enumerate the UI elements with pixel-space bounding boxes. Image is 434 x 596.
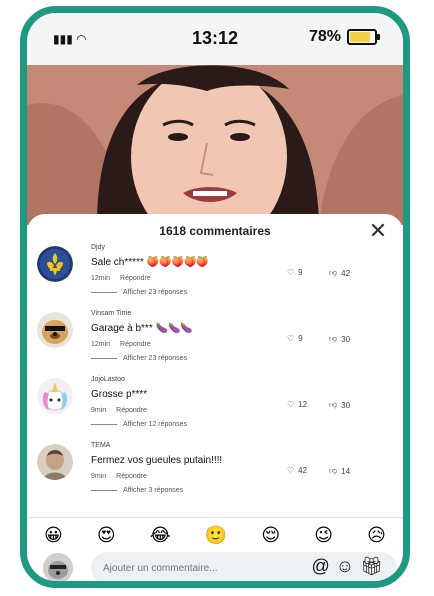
battery-tip (377, 34, 380, 40)
show-replies-button[interactable]: Afficher 23 réponses (91, 289, 187, 296)
battery-percent: 78% (308, 28, 341, 45)
photo-avatar (37, 444, 73, 480)
reply-button[interactable]: Répondre (116, 407, 147, 414)
comment-composer: @ ☺ 🎁︎ (27, 549, 403, 581)
emoji-sad-button[interactable]: 😥 (367, 525, 386, 546)
like-count: 9 (298, 334, 303, 343)
avatar[interactable] (37, 444, 73, 480)
dislike-button[interactable]: 👎︎ 42 (329, 268, 350, 278)
heart-icon: ♡ (287, 400, 295, 409)
comment-text: Fermez vos gueules putain!!!! (91, 455, 223, 466)
emoji-heart-eyes-button[interactable]: 😍 (97, 525, 116, 546)
show-replies-button[interactable]: Afficher 23 réponses (91, 355, 187, 362)
dog-avatar (37, 312, 73, 348)
heart-icon: ♡ (287, 268, 295, 277)
thumbs-down-icon: 👎︎ (329, 400, 338, 409)
thumbs-down-icon: 👎︎ (329, 466, 338, 475)
emoji-quick-bar: 😀 😍 😂 🙂 😌 😉 😥 (27, 517, 403, 552)
comment-item: TEMA Fermez vos gueules putain!!!! 9min … (37, 440, 393, 506)
gift-icon[interactable]: 🎁︎ (360, 556, 383, 577)
dislike-count: 14 (341, 466, 351, 476)
show-replies-button[interactable]: Afficher 12 réponses (91, 421, 187, 428)
reply-button[interactable]: Répondre (116, 473, 147, 480)
emoji-grin-button[interactable]: 😀 (44, 525, 63, 546)
comment-time: 12min (91, 275, 111, 282)
unicorn-avatar (37, 378, 73, 414)
avatar[interactable] (37, 246, 73, 282)
reply-button[interactable]: Répondre (120, 341, 151, 348)
current-user-avatar[interactable] (43, 553, 73, 581)
status-bar: ▮▮▮ ◠ 13:12 78% (27, 13, 403, 65)
comment-meta: 12min Répondre (91, 341, 151, 348)
replies-divider (91, 358, 117, 359)
comment-username[interactable]: TEMA (91, 442, 110, 449)
show-replies-label: Afficher 12 réponses (123, 421, 188, 428)
battery-icon (347, 29, 380, 45)
like-button[interactable]: ♡ 12 (287, 400, 307, 409)
battery-status: 78% (308, 28, 380, 46)
dislike-button[interactable]: 👎︎ 30 (329, 334, 350, 344)
heart-icon: ♡ (287, 466, 295, 475)
like-count: 9 (298, 268, 303, 277)
comments-sheet: 1618 commentaires ✕ Djdy Sale ch***** 🍑🍑… (27, 214, 403, 581)
comment-meta: 12min Répondre (91, 275, 151, 282)
comment-username[interactable]: JojoLastoo (91, 376, 125, 383)
like-button[interactable]: ♡ 9 (287, 334, 303, 343)
comment-meta: 9min Répondre (91, 407, 147, 414)
battery-fill (350, 32, 371, 42)
comment-item: JojoLastoo Grosse p**** 9min Répondre Af… (37, 374, 393, 440)
video-frame[interactable] (27, 65, 403, 225)
emoji-relieved-button[interactable]: 😌 (261, 525, 280, 546)
like-button[interactable]: ♡ 42 (287, 466, 307, 475)
like-button[interactable]: ♡ 9 (287, 268, 303, 277)
comment-item: Vinsam Time Garage à b*** 🍆🍆🍆 12min Répo… (37, 308, 393, 374)
composer-icons: @ ☺ 🎁︎ (311, 556, 383, 577)
comment-item: Djdy Sale ch***** 🍑🍑🍑🍑🍑 12min Répondre A… (37, 242, 393, 308)
dog-avatar-icon (43, 553, 73, 581)
fleur-de-lis-avatar (37, 246, 73, 282)
show-replies-label: Afficher 23 réponses (123, 355, 188, 362)
thumbs-down-icon: 👎︎ (329, 334, 338, 343)
emoji-icon[interactable]: ☺ (336, 556, 354, 577)
show-replies-button[interactable]: Afficher 3 réponses (91, 487, 183, 494)
dislike-count: 42 (341, 268, 351, 278)
comment-username[interactable]: Djdy (91, 244, 105, 251)
emoji-smile-button[interactable]: 🙂 (205, 525, 227, 546)
comments-title: 1618 commentaires (159, 224, 271, 238)
at-icon[interactable]: @ (311, 556, 329, 577)
heart-icon: ♡ (287, 334, 295, 343)
comment-text: Sale ch***** 🍑🍑🍑🍑🍑 (91, 257, 209, 268)
show-replies-label: Afficher 3 réponses (123, 487, 184, 494)
dislike-button[interactable]: 👎︎ 30 (329, 400, 350, 410)
phone-frame: ▮▮▮ ◠ 13:12 78% 1618 commentaires ✕ Djdy… (20, 6, 410, 588)
emoji-laugh-button[interactable]: 😂 (150, 525, 171, 546)
dislike-button[interactable]: 👎︎ 14 (329, 466, 350, 476)
dislike-count: 30 (341, 334, 351, 344)
like-count: 12 (298, 400, 308, 409)
video-illustration (27, 65, 403, 225)
comment-username[interactable]: Vinsam Time (91, 310, 131, 317)
emoji-wink-button[interactable]: 😉 (314, 525, 333, 546)
show-replies-label: Afficher 23 réponses (123, 289, 188, 296)
replies-divider (91, 292, 117, 293)
comment-time: 9min (91, 407, 107, 414)
avatar[interactable] (37, 312, 73, 348)
close-icon[interactable]: ✕ (366, 219, 390, 243)
comment-text: Garage à b*** 🍆🍆🍆 (91, 323, 193, 334)
thumbs-down-icon: 👎︎ (329, 268, 338, 277)
comment-time: 12min (91, 341, 111, 348)
comment-time: 9min (91, 473, 107, 480)
like-count: 42 (298, 466, 308, 475)
comment-meta: 9min Répondre (91, 473, 147, 480)
replies-divider (91, 424, 117, 425)
avatar[interactable] (37, 378, 73, 414)
reply-button[interactable]: Répondre (120, 275, 151, 282)
comment-text: Grosse p**** (91, 389, 148, 400)
dislike-count: 30 (341, 400, 351, 410)
replies-divider (91, 490, 117, 491)
